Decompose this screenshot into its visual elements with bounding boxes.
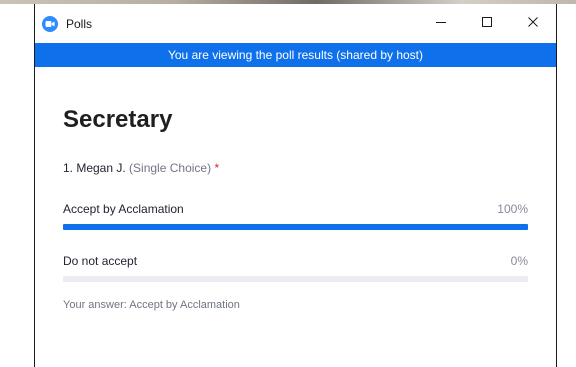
answer-label: Do not accept (63, 254, 138, 268)
close-icon (527, 15, 539, 33)
maximize-icon (481, 15, 493, 33)
polls-window: Polls You are viewing the poll results (… (34, 4, 557, 367)
zoom-camera-icon (42, 15, 58, 32)
poll-title: Secretary (63, 106, 173, 133)
window-controls (418, 4, 556, 43)
answer-option: Accept by Acclamation 100% (63, 201, 528, 230)
question-type: (Single Choice) (129, 161, 212, 175)
screen: Polls You are viewing the poll results (… (0, 0, 576, 367)
your-answer: Your answer: Accept by Acclamation (63, 299, 240, 311)
result-bar-track (63, 276, 528, 282)
question-text: 1. Megan J. (63, 161, 126, 175)
window-title: Polls (66, 16, 93, 31)
answer-option: Do not accept 0% (63, 253, 528, 282)
close-button[interactable] (510, 4, 556, 43)
answer-percent: 100% (497, 202, 528, 216)
question: 1. Megan J. (Single Choice) * (63, 160, 528, 176)
answer-percent: 0% (510, 254, 528, 268)
result-bar-track (63, 224, 528, 230)
poll-content: Secretary 1. Megan J. (Single Choice) * … (35, 105, 556, 312)
shared-results-banner: You are viewing the poll results (shared… (35, 43, 556, 67)
minimize-button[interactable] (418, 4, 464, 43)
result-bar-fill (63, 224, 528, 230)
minimize-icon (435, 15, 447, 33)
answer-label: Accept by Acclamation (63, 202, 184, 216)
maximize-button[interactable] (464, 4, 510, 43)
required-mark: * (214, 161, 220, 175)
title-bar[interactable]: Polls (35, 4, 556, 43)
